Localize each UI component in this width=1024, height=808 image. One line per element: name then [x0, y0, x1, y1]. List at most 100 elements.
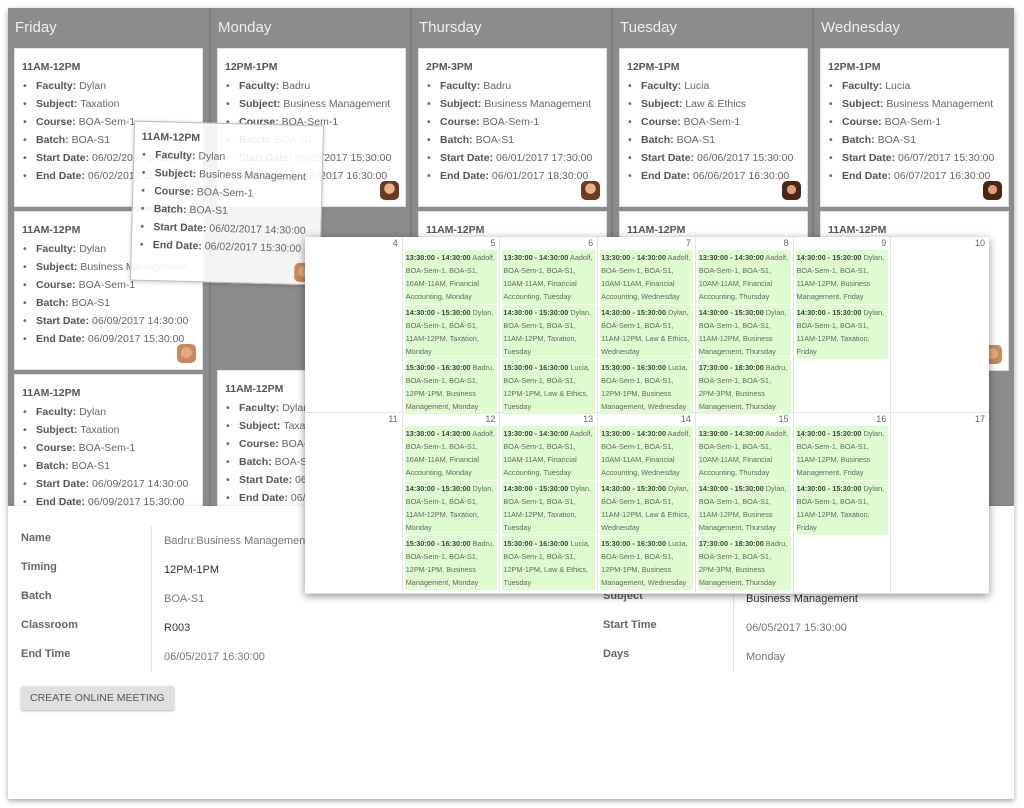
calendar-event[interactable]: 14:30:00 - 15:30:00 Dylan, BOA-Sem-1, BO…	[795, 481, 889, 535]
calendar-event[interactable]: 14:30:00 - 15:30:00 Dylan, BOA-Sem-1, BO…	[404, 305, 498, 359]
calendar-event[interactable]: 14:30:00 - 15:30:00 Dylan, BOA-Sem-1, BO…	[404, 481, 498, 535]
calendar-event[interactable]: 15:30:00 - 16:30:00 Badru, BOA-Sem-1, BO…	[404, 360, 498, 414]
calendar-event[interactable]: 14:30:00 - 15:30:00 Dylan, BOA-Sem-1, BO…	[600, 481, 693, 535]
calendar-day-cell[interactable]: 17	[891, 413, 989, 594]
calendar-event[interactable]: 14:30:00 - 15:30:00 Dylan, BOA-Sem-1, BO…	[795, 250, 889, 304]
calendar-event[interactable]: 15:30:00 - 16:30:00 Lucia, BOA-Sem-1, BO…	[600, 360, 693, 414]
faculty-avatar	[380, 181, 399, 200]
field-value: Badru	[483, 80, 512, 92]
field-value: BOA-Sem-1	[78, 116, 136, 128]
field-label: Subject:	[239, 420, 284, 432]
calendar-event[interactable]: 13:30:00 - 14:30:00 Aadolf, BOA-Sem-1, B…	[404, 426, 498, 480]
field-label: End Date:	[36, 333, 88, 345]
detail-value: 12PM-1PM	[151, 555, 219, 584]
card-field-subject: Subject: Business Management	[426, 95, 599, 113]
calendar-event[interactable]: 14:30:00 - 15:30:00 Dylan, BOA-Sem-1, BO…	[502, 305, 596, 359]
event-time: 15:30:00 - 16:30:00	[503, 363, 569, 372]
calendar-day-cell[interactable]: 4	[305, 237, 403, 413]
calendar-event[interactable]: 13:30:00 - 14:30:00 Aadolf, BOA-Sem-1, B…	[697, 426, 791, 480]
field-label: Subject:	[440, 98, 485, 110]
field-value: BOA-Sem-1	[78, 442, 136, 454]
event-time: 15:30:00 - 16:30:00	[601, 363, 667, 372]
calendar-event[interactable]: 13:30:00 - 14:30:00 Aadolf, BOA-Sem-1, B…	[404, 250, 498, 304]
field-label: Subject:	[641, 98, 686, 110]
calendar-event[interactable]: 13:30:00 - 14:30:00 Aadolf, BOA-Sem-1, B…	[502, 426, 596, 480]
field-label: Faculty:	[36, 80, 80, 92]
calendar-event[interactable]: 15:30:00 - 16:30:00 Lucia, BOA-Sem-1, BO…	[502, 360, 596, 414]
card-field-start: Start Date: 06/06/2017 15:30:00	[627, 149, 800, 167]
field-value: 06/07/2017 16:30:00	[893, 170, 991, 182]
card-time-slot: 11AM-12PM	[22, 387, 81, 399]
calendar-event[interactable]: 14:30:00 - 15:30:00 Dylan, BOA-Sem-1, BO…	[697, 481, 791, 535]
detail-value: Monday	[733, 642, 785, 671]
day-number: 12	[485, 414, 496, 424]
calendar-day-cell[interactable]: 16 14:30:00 - 15:30:00 Dylan, BOA-Sem-1, …	[793, 413, 892, 594]
field-value: Dylan	[79, 243, 107, 255]
card-field-start: Start Date: 06/09/2017 14:30:00	[22, 475, 195, 493]
card-time-slot: 11AM-12PM	[426, 224, 485, 236]
field-value: Dylan	[198, 150, 226, 163]
schedule-card[interactable]: 12PM-1PMFaculty: LuciaSubject: Business …	[820, 48, 1009, 207]
event-time: 14:30:00 - 15:30:00	[503, 308, 569, 317]
calendar-day-cell[interactable]: 10	[891, 237, 989, 413]
calendar-event[interactable]: 14:30:00 - 15:30:00 Dylan, BOA-Sem-1, BO…	[697, 305, 791, 359]
event-time: 14:30:00 - 15:30:00	[601, 484, 667, 493]
calendar-event[interactable]: 15:30:00 - 16:30:00 Lucia, BOA-Sem-1, BO…	[600, 536, 693, 590]
calendar-event[interactable]: 13:30:00 - 14:30:00 Aadolf, BOA-Sem-1, B…	[600, 250, 693, 304]
field-label: End Date:	[239, 492, 291, 504]
day-number: 7	[685, 238, 691, 248]
field-label: Subject:	[36, 424, 81, 436]
calendar-event[interactable]: 13:30:00 - 14:30:00 Aadolf, BOA-Sem-1, B…	[502, 250, 596, 304]
day-number: 15	[778, 414, 789, 424]
field-label: Course:	[842, 116, 885, 128]
calendar-day-cell[interactable]: 12 13:30:00 - 14:30:00 Aadolf, BOA-Sem-1,…	[402, 413, 501, 594]
calendar-day-cell[interactable]: 7 13:30:00 - 14:30:00 Aadolf, BOA-Sem-1, …	[598, 237, 696, 414]
detail-label: Days	[603, 648, 630, 660]
calendar-event[interactable]: 13:30:00 - 14:30:00 Aadolf, BOA-Sem-1, B…	[697, 250, 791, 304]
event-time: 14:30:00 - 15:30:00	[405, 484, 471, 493]
event-time: 17:30:00 - 18:30:00	[698, 363, 764, 372]
calendar-day-cell[interactable]: 14 13:30:00 - 14:30:00 Aadolf, BOA-Sem-1,…	[598, 413, 696, 594]
field-value: Taxation	[80, 424, 120, 436]
field-value: 06/09/2017 14:30:00	[92, 478, 189, 490]
field-label: Course:	[154, 185, 198, 199]
calendar-day-cell[interactable]: 11	[305, 413, 403, 594]
calendar-event[interactable]: 17:30:00 - 18:30:00 Badru, BOA-Sem-1, BO…	[697, 536, 791, 590]
field-value: BOA-S1	[475, 134, 515, 146]
calendar-day-cell[interactable]: 6 13:30:00 - 14:30:00 Aadolf, BOA-Sem-1, …	[500, 237, 599, 414]
calendar-event[interactable]: 17:30:00 - 18:30:00 Badru, BOA-Sem-1, BO…	[697, 360, 791, 414]
field-label: Batch:	[36, 460, 72, 472]
field-label: Faculty:	[155, 149, 199, 163]
schedule-card[interactable]: 12PM-1PMFaculty: LuciaSubject: Law & Eth…	[619, 48, 808, 207]
event-time: 13:30:00 - 14:30:00	[405, 253, 471, 262]
card-field-start: Start Date: 06/09/2017 14:30:00	[22, 312, 195, 330]
schedule-card[interactable]: 2PM-3PMFaculty: BadruSubject: Business M…	[418, 48, 607, 207]
calendar-event[interactable]: 14:30:00 - 15:30:00 Dylan, BOA-Sem-1, BO…	[600, 305, 693, 359]
field-label: Subject:	[36, 98, 81, 110]
event-time: 14:30:00 - 15:30:00	[698, 308, 764, 317]
schedule-card[interactable]: 11AM-12PMFaculty: DylanSubject: Taxation…	[14, 374, 203, 506]
calendar-day-cell[interactable]: 13 13:30:00 - 14:30:00 Aadolf, BOA-Sem-1,…	[500, 413, 599, 594]
field-value: 06/06/2017 16:30:00	[692, 170, 790, 182]
field-value: BOA-Sem-1	[78, 279, 136, 291]
field-label: Start Date:	[36, 315, 93, 327]
create-online-meeting-button[interactable]: CREATE ONLINE MEETING	[21, 686, 174, 710]
calendar-event[interactable]: 14:30:00 - 15:30:00 Dylan, BOA-Sem-1, BO…	[795, 426, 889, 480]
field-label: End Date:	[842, 170, 894, 182]
card-field-subject: Subject: Taxation	[22, 95, 195, 113]
calendar-event[interactable]: 14:30:00 - 15:30:00 Dylan, BOA-Sem-1, BO…	[795, 305, 889, 359]
calendar-event[interactable]: 13:30:00 - 14:30:00 Aadolf, BOA-Sem-1, B…	[600, 426, 693, 480]
day-number: 4	[392, 238, 398, 248]
detail-label: Name	[21, 532, 51, 544]
details-left-list: Name Badru:Business Management Timing 12PM-…	[8, 526, 308, 671]
calendar-day-cell[interactable]: 9 14:30:00 - 15:30:00 Dylan, BOA-Sem-1, B…	[793, 237, 892, 413]
field-value: 06/02/2017 15:30:00	[204, 240, 302, 255]
dragged-schedule-card[interactable]: 11AM-12PM Faculty: Dylan Subject: Business…	[129, 120, 325, 286]
calendar-day-cell[interactable]: 8 13:30:00 - 14:30:00 Aadolf, BOA-Sem-1, …	[695, 237, 794, 414]
calendar-day-cell[interactable]: 15 13:30:00 - 14:30:00 Aadolf, BOA-Sem-1,…	[695, 413, 794, 594]
event-time: 15:30:00 - 16:30:00	[503, 539, 569, 548]
calendar-event[interactable]: 15:30:00 - 16:30:00 Badru, BOA-Sem-1, BO…	[404, 536, 498, 590]
calendar-event[interactable]: 14:30:00 - 15:30:00 Dylan, BOA-Sem-1, BO…	[502, 481, 596, 535]
calendar-day-cell[interactable]: 5 13:30:00 - 14:30:00 Aadolf, BOA-Sem-1, …	[402, 237, 501, 414]
calendar-event[interactable]: 15:30:00 - 16:30:00 Lucia, BOA-Sem-1, BO…	[502, 536, 596, 590]
